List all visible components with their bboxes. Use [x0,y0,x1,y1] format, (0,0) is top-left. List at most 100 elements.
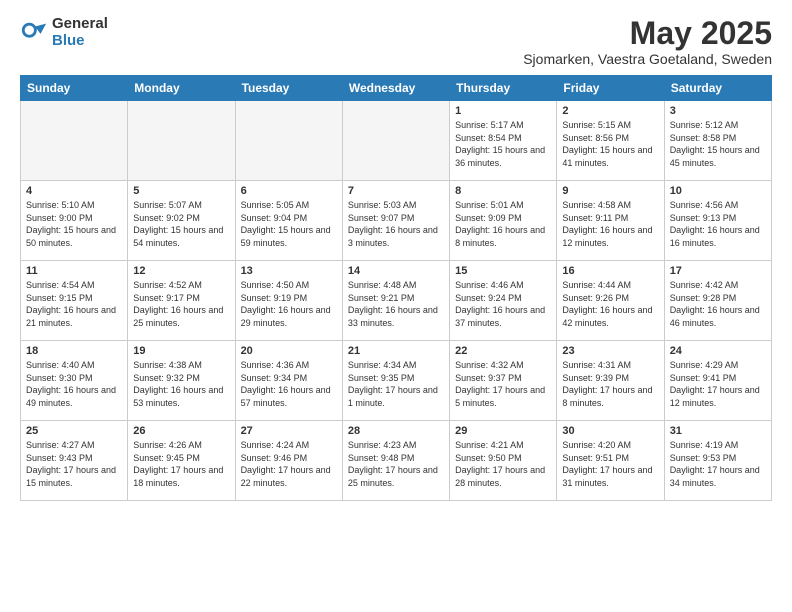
day-info: Sunrise: 4:44 AM Sunset: 9:26 PM Dayligh… [562,279,658,329]
calendar-cell: 30 Sunrise: 4:20 AM Sunset: 9:51 PM Dayli… [557,421,664,501]
day-header-sunday: Sunday [21,76,128,101]
days-header-row: SundayMondayTuesdayWednesdayThursdayFrid… [21,76,772,101]
day-info: Sunrise: 5:15 AM Sunset: 8:56 PM Dayligh… [562,119,658,169]
calendar-cell: 2 Sunrise: 5:15 AM Sunset: 8:56 PM Daylig… [557,101,664,181]
logo-blue-text: Blue [52,33,108,50]
calendar-cell: 29Sunrise: 4:21 AM Sunset: 9:50 PM Dayli… [450,421,557,501]
day-info: Sunrise: 4:38 AM Sunset: 9:32 PM Dayligh… [133,359,229,409]
day-number: 15 [455,265,551,277]
day-info: Sunrise: 4:34 AM Sunset: 9:35 PM Dayligh… [348,359,444,409]
day-number: 28 [348,425,444,437]
week-row-4: 25Sunrise: 4:27 AM Sunset: 9:43 PM Dayli… [21,421,772,501]
day-number: 25 [26,425,122,437]
calendar-cell: 14Sunrise: 4:48 AM Sunset: 9:21 PM Dayli… [342,261,449,341]
day-number: 10 [670,185,766,197]
calendar-cell: 26 Sunrise: 4:26 AM Sunset: 9:45 PM Dayli… [128,421,235,501]
week-row-3: 18 Sunrise: 4:40 AM Sunset: 9:30 PM Dayli… [21,341,772,421]
day-number: 16 [562,265,658,277]
day-number: 27 [241,425,337,437]
day-number: 9 [562,185,658,197]
day-number: 2 [562,105,658,117]
calendar-cell: 20Sunrise: 4:36 AM Sunset: 9:34 PM Dayli… [235,341,342,421]
title-block: May 2025 Sjomarken, Vaestra Goetaland, S… [523,16,772,67]
day-number: 3 [670,105,766,117]
calendar-cell: 24 Sunrise: 4:29 AM Sunset: 9:41 PM Dayli… [664,341,771,421]
day-number: 19 [133,345,229,357]
day-info: Sunrise: 4:31 AM Sunset: 9:39 PM Dayligh… [562,359,658,409]
calendar-cell: 23 Sunrise: 4:31 AM Sunset: 9:39 PM Dayli… [557,341,664,421]
day-number: 26 [133,425,229,437]
calendar-cell: 19 Sunrise: 4:38 AM Sunset: 9:32 PM Dayli… [128,341,235,421]
day-header-wednesday: Wednesday [342,76,449,101]
day-info: Sunrise: 4:56 AM Sunset: 9:13 PM Dayligh… [670,199,766,249]
calendar-cell [235,101,342,181]
day-number: 24 [670,345,766,357]
day-number: 30 [562,425,658,437]
day-number: 22 [455,345,551,357]
day-number: 4 [26,185,122,197]
calendar-cell: 11 Sunrise: 4:54 AM Sunset: 9:15 PM Dayli… [21,261,128,341]
day-header-friday: Friday [557,76,664,101]
day-info: Sunrise: 4:26 AM Sunset: 9:45 PM Dayligh… [133,439,229,489]
day-number: 5 [133,185,229,197]
day-info: Sunrise: 5:17 AM Sunset: 8:54 PM Dayligh… [455,119,551,169]
calendar-subtitle: Sjomarken, Vaestra Goetaland, Sweden [523,51,772,67]
day-number: 12 [133,265,229,277]
day-number: 7 [348,185,444,197]
day-info: Sunrise: 5:07 AM Sunset: 9:02 PM Dayligh… [133,199,229,249]
day-header-tuesday: Tuesday [235,76,342,101]
calendar-cell: 16 Sunrise: 4:44 AM Sunset: 9:26 PM Dayli… [557,261,664,341]
day-number: 14 [348,265,444,277]
day-info: Sunrise: 4:50 AM Sunset: 9:19 PM Dayligh… [241,279,337,329]
day-info: Sunrise: 4:40 AM Sunset: 9:30 PM Dayligh… [26,359,122,409]
day-info: Sunrise: 4:20 AM Sunset: 9:51 PM Dayligh… [562,439,658,489]
day-number: 11 [26,265,122,277]
day-info: Sunrise: 4:29 AM Sunset: 9:41 PM Dayligh… [670,359,766,409]
day-info: Sunrise: 4:24 AM Sunset: 9:46 PM Dayligh… [241,439,337,489]
calendar-cell: 22 Sunrise: 4:32 AM Sunset: 9:37 PM Dayli… [450,341,557,421]
day-info: Sunrise: 5:03 AM Sunset: 9:07 PM Dayligh… [348,199,444,249]
day-number: 23 [562,345,658,357]
day-info: Sunrise: 5:01 AM Sunset: 9:09 PM Dayligh… [455,199,551,249]
calendar-cell: 3Sunrise: 5:12 AM Sunset: 8:58 PM Daylig… [664,101,771,181]
logo: General Blue [20,16,108,49]
calendar-cell: 31 Sunrise: 4:19 AM Sunset: 9:53 PM Dayli… [664,421,771,501]
calendar-cell: 28Sunrise: 4:23 AM Sunset: 9:48 PM Dayli… [342,421,449,501]
calendar-cell: 5 Sunrise: 5:07 AM Sunset: 9:02 PM Daylig… [128,181,235,261]
week-row-0: 1 Sunrise: 5:17 AM Sunset: 8:54 PM Daylig… [21,101,772,181]
day-number: 17 [670,265,766,277]
day-info: Sunrise: 4:54 AM Sunset: 9:15 PM Dayligh… [26,279,122,329]
day-info: Sunrise: 5:05 AM Sunset: 9:04 PM Dayligh… [241,199,337,249]
day-number: 1 [455,105,551,117]
day-info: Sunrise: 4:32 AM Sunset: 9:37 PM Dayligh… [455,359,551,409]
day-info: Sunrise: 4:52 AM Sunset: 9:17 PM Dayligh… [133,279,229,329]
calendar-cell: 25Sunrise: 4:27 AM Sunset: 9:43 PM Dayli… [21,421,128,501]
calendar-title: May 2025 [523,16,772,51]
calendar-cell: 12 Sunrise: 4:52 AM Sunset: 9:17 PM Dayli… [128,261,235,341]
header: General Blue May 2025 Sjomarken, Vaestra… [20,16,772,67]
day-info: Sunrise: 4:21 AM Sunset: 9:50 PM Dayligh… [455,439,551,489]
calendar-cell: 10 Sunrise: 4:56 AM Sunset: 9:13 PM Dayli… [664,181,771,261]
calendar-table: SundayMondayTuesdayWednesdayThursdayFrid… [20,75,772,501]
calendar-cell: 4 Sunrise: 5:10 AM Sunset: 9:00 PM Daylig… [21,181,128,261]
day-info: Sunrise: 4:46 AM Sunset: 9:24 PM Dayligh… [455,279,551,329]
day-info: Sunrise: 4:42 AM Sunset: 9:28 PM Dayligh… [670,279,766,329]
day-number: 6 [241,185,337,197]
day-number: 31 [670,425,766,437]
calendar-cell: 18 Sunrise: 4:40 AM Sunset: 9:30 PM Dayli… [21,341,128,421]
calendar-cell: 21Sunrise: 4:34 AM Sunset: 9:35 PM Dayli… [342,341,449,421]
day-header-saturday: Saturday [664,76,771,101]
calendar-cell: 15 Sunrise: 4:46 AM Sunset: 9:24 PM Dayli… [450,261,557,341]
day-number: 8 [455,185,551,197]
day-number: 18 [26,345,122,357]
day-number: 13 [241,265,337,277]
day-header-monday: Monday [128,76,235,101]
calendar-cell [21,101,128,181]
calendar-cell: 17 Sunrise: 4:42 AM Sunset: 9:28 PM Dayli… [664,261,771,341]
calendar-cell: 13 Sunrise: 4:50 AM Sunset: 9:19 PM Dayli… [235,261,342,341]
day-info: Sunrise: 4:19 AM Sunset: 9:53 PM Dayligh… [670,439,766,489]
day-info: Sunrise: 4:58 AM Sunset: 9:11 PM Dayligh… [562,199,658,249]
week-row-2: 11 Sunrise: 4:54 AM Sunset: 9:15 PM Dayli… [21,261,772,341]
day-header-thursday: Thursday [450,76,557,101]
day-info: Sunrise: 5:10 AM Sunset: 9:00 PM Dayligh… [26,199,122,249]
